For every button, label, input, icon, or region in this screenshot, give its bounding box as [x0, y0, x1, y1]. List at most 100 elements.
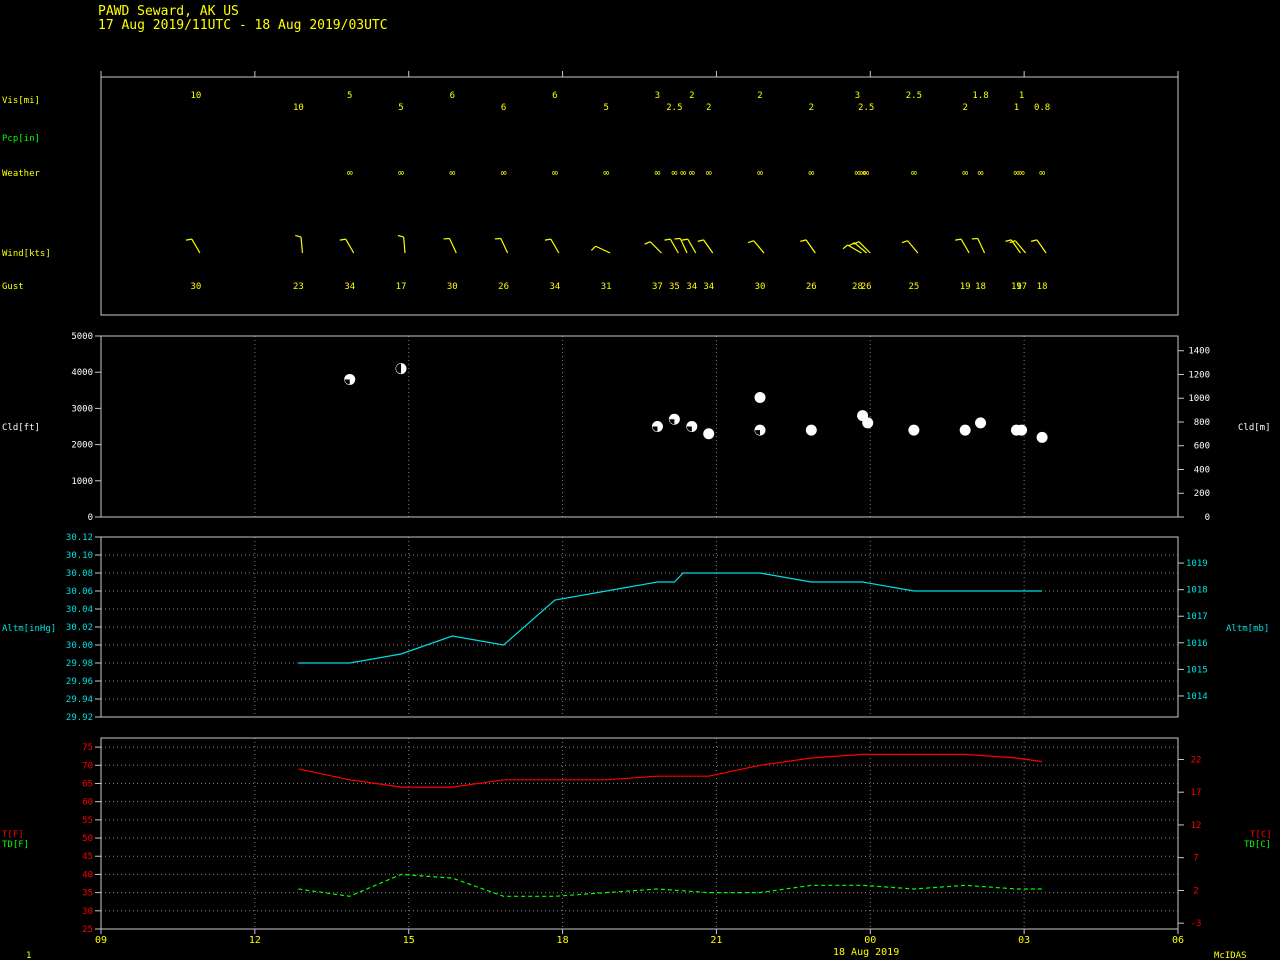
background	[0, 0, 1280, 960]
weather-symbol: ∞	[1019, 168, 1025, 179]
weather-symbol: ∞	[962, 168, 968, 179]
temp-ylabel-right: T[C]	[1250, 830, 1272, 840]
weather-symbol: ∞	[706, 168, 712, 179]
altimeter-ylabel-left: Altm[inHg]	[2, 624, 56, 634]
cloud-circle	[959, 424, 971, 436]
cloud-tick-ft: 3000	[71, 404, 93, 414]
time-tick-label: 21	[710, 935, 722, 946]
weather-symbol: ∞	[347, 168, 353, 179]
altimeter-tick-inhg: 29.92	[66, 713, 93, 723]
cloud-tick-m: 200	[1194, 489, 1210, 499]
cloud-tick-m: 600	[1194, 442, 1210, 452]
cloud-tick-m: 1400	[1188, 347, 1210, 357]
vis-value: 6	[552, 91, 557, 101]
altimeter-tick-mb: 1017	[1186, 612, 1208, 622]
cloud-point	[862, 417, 874, 429]
vis-value: 5	[603, 103, 608, 113]
weather-symbol: ∞	[671, 168, 677, 179]
gust-value: 26	[861, 282, 872, 292]
temp-tick-f: 50	[82, 834, 93, 844]
altimeter-tick-mb: 1018	[1186, 586, 1208, 596]
vis-value: 10	[190, 91, 201, 101]
vis-value: 3	[855, 91, 860, 101]
altimeter-tick-inhg: 29.96	[66, 677, 93, 687]
gust-value: 23	[293, 282, 304, 292]
altimeter-tick-inhg: 30.02	[66, 623, 93, 633]
cloud-tick-m: 400	[1194, 465, 1210, 475]
gust-value: 19	[960, 282, 971, 292]
gust-value: 34	[686, 282, 697, 292]
cloud-circle	[1016, 424, 1028, 436]
cloud-point	[395, 363, 407, 375]
gust-value: 34	[344, 282, 355, 292]
time-tick-label: 12	[249, 935, 261, 946]
cloud-ylabel-right: Cld[m]	[1238, 423, 1271, 433]
time-tick-label: 18	[557, 935, 569, 946]
vis-value: 2	[757, 91, 762, 101]
weather-symbol: ∞	[808, 168, 814, 179]
gust-value: 26	[806, 282, 817, 292]
gust-value: 30	[190, 282, 201, 292]
vis-value: 2	[706, 103, 711, 113]
gust-value: 34	[703, 282, 714, 292]
weather-symbol: ∞	[603, 168, 609, 179]
temp-tick-f: 70	[82, 761, 93, 771]
gust-value: 31	[601, 282, 612, 292]
cloud-ylabel-left: Cld[ft]	[2, 423, 40, 433]
cloud-tick-ft: 4000	[71, 368, 93, 378]
temp-tick-c: 17	[1191, 788, 1202, 798]
weather-symbol: ∞	[863, 168, 869, 179]
altimeter-tick-inhg: 30.00	[66, 641, 93, 651]
time-tick-label: 00	[864, 935, 876, 946]
vis-value: 2	[809, 103, 814, 113]
cloud-circle	[703, 428, 715, 440]
vis-value: 1	[1019, 91, 1024, 101]
cloud-circle	[908, 424, 920, 436]
cloud-point	[651, 421, 663, 432]
vis-value: 5	[347, 91, 352, 101]
temp-tick-c: 12	[1191, 821, 1202, 831]
weather-symbol: ∞	[501, 168, 507, 179]
vis-value: 6	[450, 91, 455, 101]
temp-tick-f: 25	[82, 925, 93, 935]
period-subtitle: 17 Aug 2019/11UTC - 18 Aug 2019/03UTC	[98, 18, 388, 33]
weather-symbol: ∞	[757, 168, 763, 179]
vis-value: 2	[962, 103, 967, 113]
cloud-tick-m: 800	[1194, 418, 1210, 428]
vis-value: 10	[293, 103, 304, 113]
cloud-point	[754, 424, 766, 436]
wind-row-label: Wind[kts]	[2, 249, 51, 259]
temp-tick-f: 60	[82, 798, 93, 808]
vis-value: 5	[398, 103, 403, 113]
time-tick-label: 09	[95, 935, 107, 946]
vis-row-label: Vis[mi]	[2, 96, 40, 106]
cloud-point	[959, 424, 971, 436]
cloud-point	[1036, 431, 1048, 443]
weather-symbol: ∞	[689, 168, 695, 179]
cloud-point	[805, 424, 817, 436]
temp-tick-f: 40	[82, 870, 93, 880]
cloud-point	[668, 413, 680, 425]
temp-tick-f: 35	[82, 889, 93, 899]
weather-symbol: ∞	[398, 168, 404, 179]
cloud-tick-ft: 1000	[71, 477, 93, 487]
altimeter-tick-inhg: 30.10	[66, 551, 93, 561]
vis-value: 2.5	[906, 91, 922, 101]
dewpoint-ylabel-right: TD[C]	[1244, 840, 1271, 850]
station-title: PAWD Seward, AK US	[98, 4, 239, 19]
time-tick-label: 03	[1018, 935, 1030, 946]
time-tick-label: 06	[1172, 935, 1184, 946]
time-tick-label: 15	[403, 935, 415, 946]
gust-value: 18	[1037, 282, 1048, 292]
cloud-tick-m: 1200	[1188, 370, 1210, 380]
cloud-circle	[862, 417, 874, 429]
gust-value: 26	[498, 282, 509, 292]
gust-value: 30	[447, 282, 458, 292]
gust-value: 35	[669, 282, 680, 292]
weather-symbol: ∞	[552, 168, 558, 179]
vis-value: 0.8	[1034, 103, 1050, 113]
weather-symbol: ∞	[978, 168, 984, 179]
weather-symbol: ∞	[1039, 168, 1045, 179]
software-label: McIDAS	[1214, 951, 1247, 960]
temp-tick-f: 75	[82, 743, 93, 753]
